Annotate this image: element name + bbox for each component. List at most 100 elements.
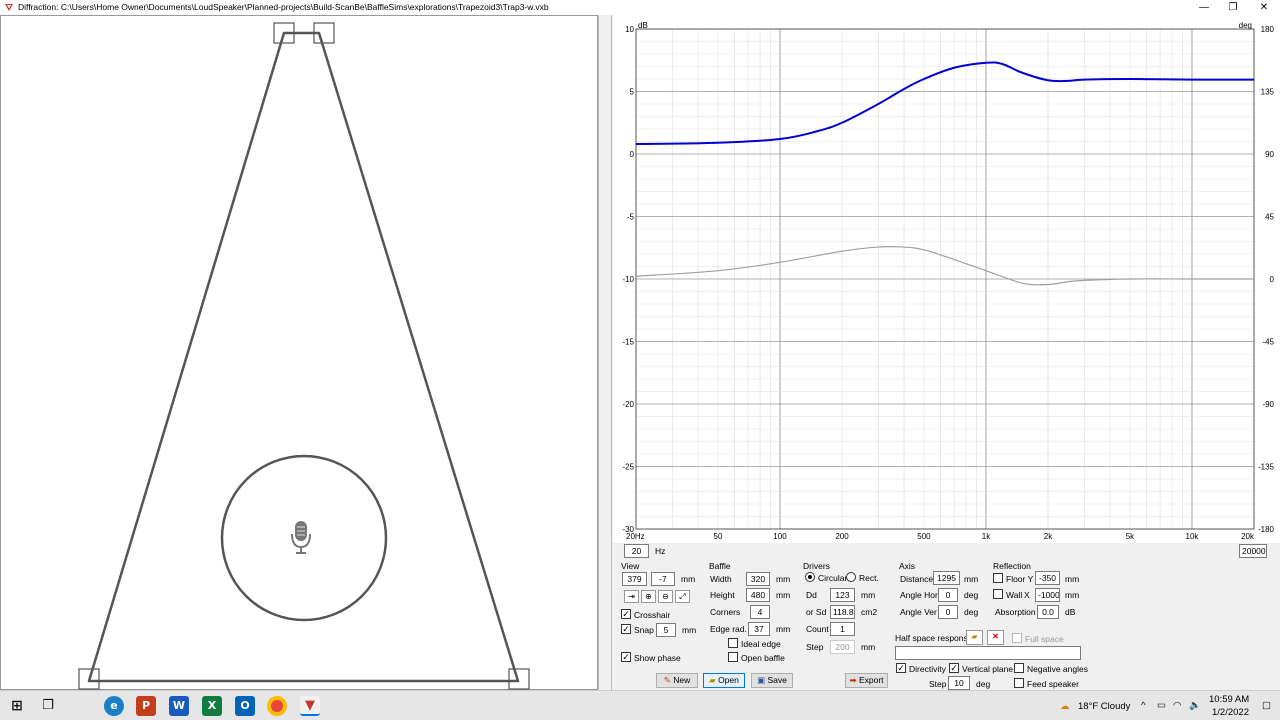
edge-rad-unit: mm xyxy=(776,624,791,634)
x-tick-label: 200 xyxy=(835,532,849,541)
angle-ver-input[interactable]: 0 xyxy=(938,605,958,619)
view-x-input[interactable]: 379 xyxy=(622,572,647,586)
y-right-tick-label: 0 xyxy=(1270,275,1275,284)
zoom-out-icon[interactable]: ⊖ xyxy=(658,590,673,603)
wall-label: Wall xyxy=(1006,590,1023,600)
close-button[interactable]: ✕ xyxy=(1250,0,1278,15)
word-icon[interactable]: W xyxy=(169,696,189,716)
tray-wifi-icon[interactable]: ◠ xyxy=(1173,700,1181,711)
x-tick-label: 5k xyxy=(1126,532,1135,541)
x-tick-label: 1k xyxy=(982,532,991,541)
zoom-extents-icon[interactable]: ⤢ xyxy=(675,590,690,603)
diffraction-app-icon[interactable]: ▼ xyxy=(300,696,320,716)
tray-device-icon[interactable]: ▭ xyxy=(1157,700,1166,711)
floor-checkbox[interactable] xyxy=(993,573,1003,583)
pane-splitter[interactable] xyxy=(598,15,612,690)
absorption-input[interactable]: 0.0 xyxy=(1037,605,1059,619)
baffle-canvas[interactable] xyxy=(0,15,598,690)
distance-input[interactable]: 1295 xyxy=(933,571,960,585)
clock-date[interactable]: 1/2/2022 xyxy=(1212,707,1249,718)
snap-checkbox[interactable]: ✓ xyxy=(621,624,631,634)
response-graph[interactable]: 10 5 0 -5 -10 -15 -20 -25 -30 180 135 90 45 0 -45 -90 -1… xyxy=(613,15,1280,543)
dd-label: Dd xyxy=(806,590,817,600)
show-phase-checkbox[interactable]: ✓ xyxy=(621,652,631,662)
save-button[interactable]: ▣ Save xyxy=(751,673,793,688)
wall-checkbox[interactable] xyxy=(993,589,1003,599)
task-view-icon[interactable]: ❐ xyxy=(38,696,58,716)
freq-max-input[interactable]: 20000 xyxy=(1239,544,1267,558)
sd-input[interactable]: 118.8 xyxy=(830,605,855,619)
zoom-in-icon[interactable]: ⊕ xyxy=(641,590,656,603)
negative-angles-checkbox[interactable] xyxy=(1014,663,1024,673)
baffle-height-input[interactable]: 480 xyxy=(746,588,770,602)
dd-unit: mm xyxy=(861,590,876,600)
restore-button[interactable]: ❐ xyxy=(1219,0,1247,15)
y-right-axis-label: deg xyxy=(1239,21,1252,30)
x-tick-label: 10k xyxy=(1186,532,1200,541)
snap-input[interactable]: 5 xyxy=(656,623,676,637)
minimize-button[interactable]: — xyxy=(1190,0,1218,15)
powerpoint-icon[interactable]: P xyxy=(136,696,156,716)
outlook-icon[interactable]: O xyxy=(235,696,255,716)
chrome-icon[interactable] xyxy=(267,696,287,716)
excel-icon[interactable]: X xyxy=(202,696,222,716)
windows-start-icon[interactable]: ⊞ xyxy=(7,696,27,716)
notifications-icon[interactable]: ▢ xyxy=(1262,700,1271,711)
half-space-file-input[interactable] xyxy=(895,646,1081,660)
crosshair-label: Crosshair xyxy=(634,610,671,620)
tray-volume-icon[interactable]: 🔈 xyxy=(1189,700,1201,711)
open-baffle-checkbox[interactable] xyxy=(728,652,738,662)
dd-input[interactable]: 123 xyxy=(830,588,855,602)
driver-step-label: Step xyxy=(806,642,824,652)
angle-hor-unit: deg xyxy=(964,590,979,600)
directivity-checkbox[interactable]: ✓ xyxy=(896,663,906,673)
absorption-unit: dB xyxy=(1065,607,1076,617)
y-right-tick-label: 180 xyxy=(1261,25,1275,34)
export-button[interactable]: ➡ Export xyxy=(845,673,888,688)
floor-input[interactable]: -350 xyxy=(1035,571,1060,585)
app-icon xyxy=(5,4,13,11)
angle-hor-input[interactable]: 0 xyxy=(938,588,958,602)
crosshair-checkbox[interactable]: ✓ xyxy=(621,609,631,619)
baffle-corners-input[interactable]: 4 xyxy=(750,605,770,619)
baffle-width-input[interactable]: 320 xyxy=(746,572,770,586)
circular-radio[interactable] xyxy=(805,572,815,582)
directivity-step-label: Step xyxy=(929,679,947,689)
y-right-tick-label: 45 xyxy=(1265,213,1274,222)
x-tick-label: 100 xyxy=(773,532,787,541)
count-input[interactable]: 1 xyxy=(830,622,855,636)
taskbar: ⊞ ❐ e P W X O ▼ ☁ 18°F Cloudy ^ ▭ ◠ 🔈 10… xyxy=(0,690,1280,720)
open-label: Open xyxy=(718,675,739,685)
weather-text[interactable]: 18°F Cloudy xyxy=(1078,701,1130,712)
clock-time[interactable]: 10:59 AM xyxy=(1209,694,1249,705)
baffle-drawing[interactable] xyxy=(1,16,599,691)
floor-unit: mm xyxy=(1065,574,1080,584)
response-chart[interactable]: 1050-5-10-15-20-25-3018013590450-45-90-1… xyxy=(613,15,1280,543)
new-button[interactable]: ✎ New xyxy=(656,673,698,688)
distance-label: Distance xyxy=(900,574,934,584)
directivity-step-input[interactable]: 10 xyxy=(948,676,970,690)
zoom-fit-width-button[interactable]: ⇥ xyxy=(624,590,639,603)
wall-input[interactable]: -1000 xyxy=(1035,588,1060,602)
y-right-tick-label: 90 xyxy=(1265,150,1274,159)
edge-rad-input[interactable]: 37 xyxy=(748,622,770,636)
view-y-input[interactable]: -7 xyxy=(651,572,675,586)
feed-speaker-label: Feed speaker xyxy=(1027,679,1079,689)
title-bar: Diffraction: C:\Users\Home Owner\Documen… xyxy=(0,0,1280,15)
vertical-plane-checkbox[interactable]: ✓ xyxy=(949,663,959,673)
open-button[interactable]: ▰ Open xyxy=(703,673,745,688)
edge-icon[interactable]: e xyxy=(104,696,124,716)
corner-handle-bottom-right xyxy=(508,668,530,690)
directivity-step-unit: deg xyxy=(976,679,991,689)
angle-ver-label: Angle Ver xyxy=(900,607,937,617)
drivers-group-title: Drivers xyxy=(803,561,830,571)
folder-open-icon[interactable]: ▰ xyxy=(966,630,983,645)
delete-icon[interactable]: ✕ xyxy=(987,630,1004,645)
angle-ver-unit: deg xyxy=(964,607,979,617)
freq-min-input[interactable]: 20 xyxy=(624,544,649,558)
feed-speaker-checkbox[interactable] xyxy=(1014,678,1024,688)
x-tick-label: 500 xyxy=(917,532,931,541)
rect-radio[interactable] xyxy=(846,572,856,582)
ideal-edge-checkbox[interactable] xyxy=(728,638,738,648)
tray-chevron-icon[interactable]: ^ xyxy=(1141,700,1145,711)
